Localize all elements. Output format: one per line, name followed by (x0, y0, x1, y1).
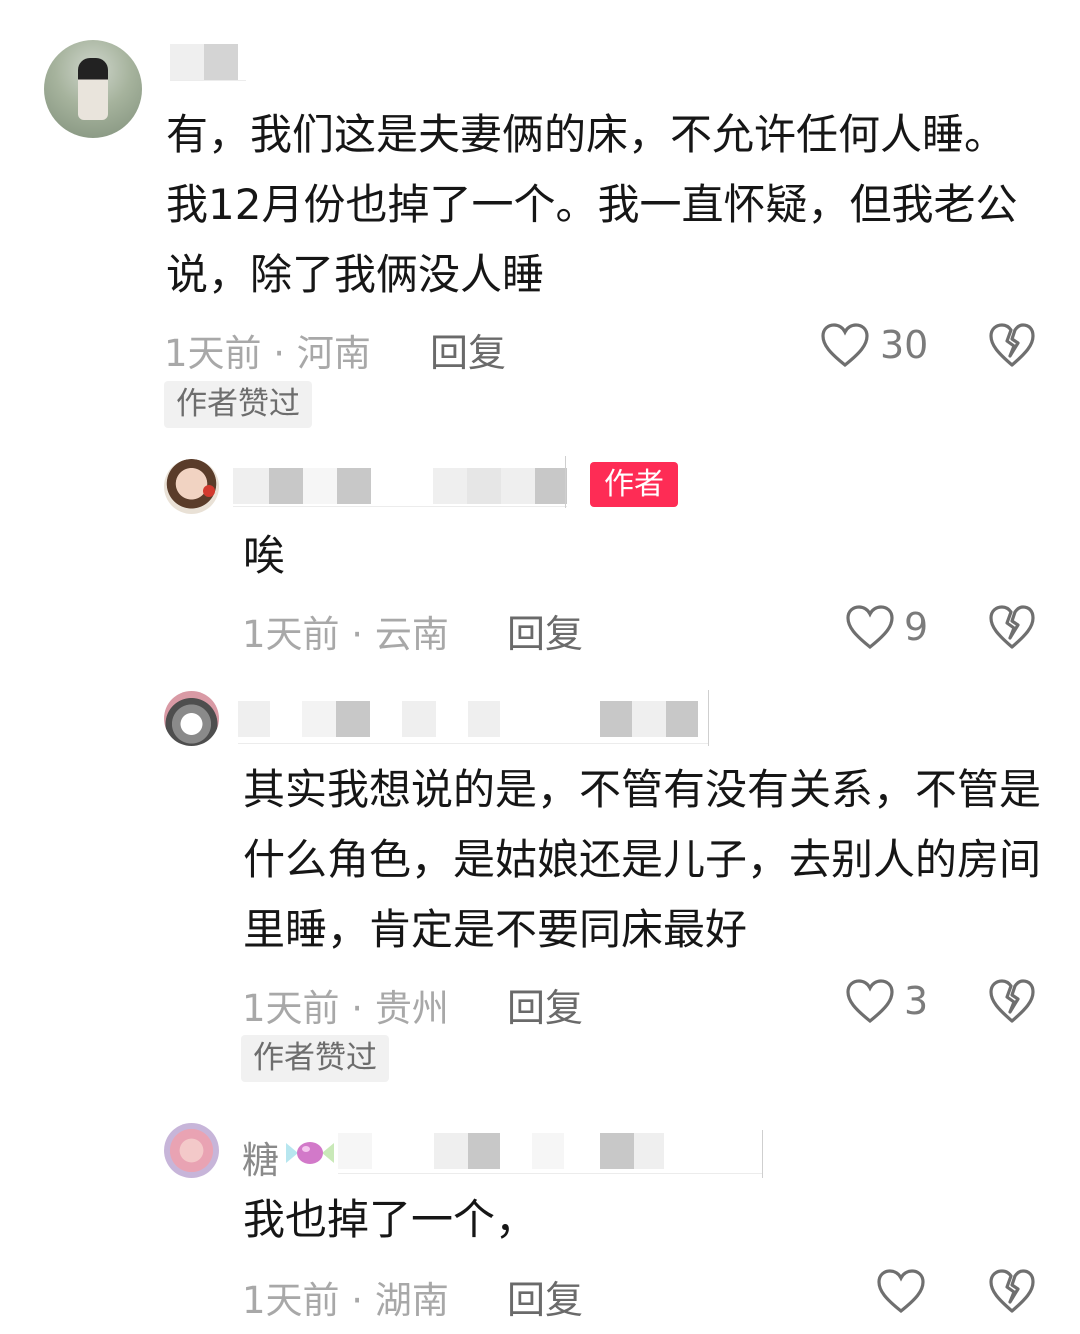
heart-outline-icon[interactable] (845, 978, 895, 1024)
heart-outline-icon[interactable] (876, 1268, 926, 1314)
comment-meta: 1天前 · 河南 (164, 332, 371, 375)
avatar[interactable] (44, 40, 142, 138)
comment-meta: 1天前 · 云南 (242, 613, 449, 656)
broken-heart-icon[interactable] (988, 604, 1036, 650)
comment-meta: 1天前 · 湖南 (242, 1279, 449, 1322)
broken-heart-icon[interactable] (988, 1268, 1036, 1314)
author-liked-tag: 作者赞过 (241, 1035, 389, 1082)
broken-heart-icon[interactable] (988, 978, 1036, 1024)
username[interactable]: 糖 (242, 1130, 279, 1184)
like-count: 3 (904, 979, 929, 1023)
heart-outline-icon[interactable] (820, 322, 870, 368)
broken-heart-icon[interactable] (988, 322, 1036, 368)
heart-outline-icon[interactable] (845, 604, 895, 650)
candy-icon (286, 1142, 334, 1164)
comment-meta: 1天前 · 贵州 (242, 987, 449, 1030)
author-liked-tag: 作者赞过 (164, 381, 312, 428)
comment-text: 我也掉了一个， (243, 1195, 538, 1244)
like-count: 9 (904, 605, 929, 649)
avatar[interactable] (164, 1123, 219, 1178)
comment-text: 其实我想说的是，不管有没有关系，不管是什么角色，是姑娘还是儿子，去别人的房间里睡… (243, 765, 1042, 954)
reply-button[interactable]: 回复 (507, 1269, 583, 1324)
username-redacted[interactable] (238, 701, 708, 737)
author-badge: 作者 (590, 462, 678, 507)
avatar[interactable] (164, 459, 219, 514)
reply-button[interactable]: 回复 (430, 322, 506, 377)
comment-text: 唉 (243, 531, 286, 580)
reply-button[interactable]: 回复 (507, 977, 583, 1032)
username-redacted[interactable] (170, 44, 246, 80)
like-count: 30 (880, 323, 929, 367)
reply-button[interactable]: 回复 (507, 603, 583, 658)
comment-text: 有，我们这是夫妻俩的床，不允许任何人睡。我12月份也掉了一个。我一直怀疑，但我老… (166, 110, 1018, 299)
avatar[interactable] (164, 691, 219, 746)
username-redacted[interactable] (338, 1133, 762, 1169)
username-redacted[interactable] (233, 468, 567, 504)
